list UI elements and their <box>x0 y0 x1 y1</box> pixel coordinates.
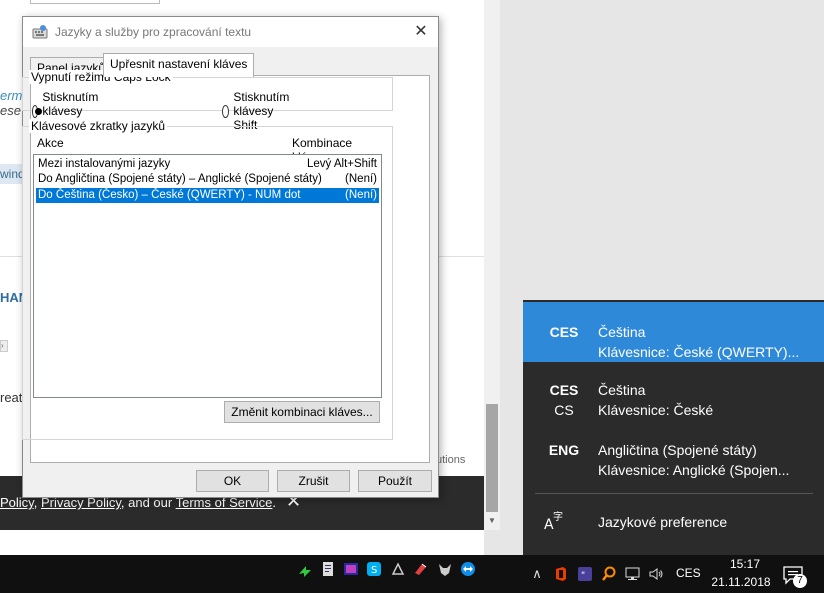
tray-clock-date[interactable]: 21.11.2018 <box>706 575 776 589</box>
dialog-titlebar[interactable]: Jazyky a služby pro zpracování textu ✕ <box>23 17 438 47</box>
app-tray-icon[interactable]: " <box>577 566 593 582</box>
language-item-czech[interactable]: CES CS Čeština Klávesnice: České <box>523 368 824 428</box>
keyboard-icon <box>32 25 48 39</box>
language-name: Čeština <box>598 382 646 398</box>
language-name: Čeština <box>598 324 646 340</box>
list-item-combo: (Není) <box>345 189 377 201</box>
language-flyout: CES Čeština Klávesnice: České (QWERTY)..… <box>523 300 824 555</box>
ok-button[interactable]: OK <box>196 470 269 492</box>
close-icon[interactable]: ✕ <box>411 22 431 42</box>
list-item[interactable]: Mezi instalovanými jazyky Levý Alt+Shift <box>36 157 379 172</box>
background-tag-chip[interactable]: wind <box>0 164 22 184</box>
volume-icon[interactable] <box>648 566 664 582</box>
show-hidden-icons-chevron-up-icon[interactable]: ∧ <box>529 566 545 582</box>
media-app-icon[interactable] <box>343 561 359 577</box>
hotkeys-list[interactable]: Mezi instalovanými jazyky Levý Alt+Shift… <box>33 154 382 398</box>
language-keyboard: Klávesnice: Anglické (Spojen... <box>598 462 790 478</box>
language-keyboard: Klávesnice: České (QWERTY)... <box>598 344 800 360</box>
dialog-title: Jazyky a služby pro zpracování textu <box>55 25 252 39</box>
apply-button[interactable]: Použít <box>358 470 432 492</box>
skype-icon[interactable]: S <box>366 561 382 577</box>
svg-text:S: S <box>371 565 377 576</box>
background-chevron-icon[interactable]: › <box>0 340 8 352</box>
office-icon[interactable] <box>553 566 569 582</box>
language-item-english[interactable]: ENG Angličtina (Spojené státy) Klávesnic… <box>523 428 824 488</box>
paint-app-icon[interactable] <box>413 561 429 577</box>
list-item-action: Do Čeština (Česko) – České (QWERTY) - NU… <box>38 189 301 201</box>
radio-button-checked[interactable] <box>32 104 43 118</box>
list-item-combo: (Není) <box>345 173 377 185</box>
svg-text:字: 字 <box>553 510 563 523</box>
radio-button-unchecked[interactable] <box>222 104 230 118</box>
language-preferences-label: Jazykové preference <box>598 514 728 530</box>
tray-clock-time[interactable]: 15:17 <box>720 557 770 571</box>
cancel-button[interactable]: Zrušit <box>277 470 350 492</box>
tray-input-language[interactable]: CES <box>676 566 701 580</box>
language-code: CES <box>549 382 579 398</box>
document-app-icon[interactable] <box>320 561 336 577</box>
fox-app-icon[interactable] <box>437 561 453 577</box>
list-item[interactable]: Do Angličtina (Spojené státy) – Anglické… <box>36 172 379 187</box>
scroll-down-arrow-icon[interactable]: ▼ <box>486 515 498 527</box>
list-item-action: Do Angličtina (Spojené státy) – Anglické… <box>38 173 322 185</box>
flyout-divider <box>535 493 813 494</box>
hotkeys-group-label: Klávesové zkratky jazyků <box>29 119 168 133</box>
language-code: ENG <box>548 442 580 458</box>
notification-count-badge: 7 <box>793 574 807 588</box>
column-header-action: Akce <box>37 136 64 150</box>
network-icon[interactable] <box>625 566 641 582</box>
language-name: Angličtina (Spojené státy) <box>598 442 757 458</box>
language-keyboard: Klávesnice: České <box>598 402 714 418</box>
language-code: CES <box>549 324 579 340</box>
list-item-selected[interactable]: Do Čeština (Česko) – České (QWERTY) - NU… <box>36 188 379 203</box>
background-text-fragment: utions <box>436 454 466 466</box>
tab-advanced-key-settings[interactable]: Upřesnit nastavení kláves <box>103 53 255 77</box>
language-settings-icon: A 字 <box>544 510 563 532</box>
tool-app-icon[interactable] <box>390 561 406 577</box>
list-item-action: Mezi instalovanými jazyky <box>38 158 171 170</box>
arrows-app-icon[interactable] <box>297 562 313 578</box>
language-subcode: CS <box>554 402 574 418</box>
page-scrollbar-thumb[interactable] <box>486 404 498 512</box>
language-item-czech-qwerty[interactable]: CES Čeština Klávesnice: České (QWERTY)..… <box>523 302 824 362</box>
change-key-sequence-button[interactable]: Změnit kombinaci kláves... <box>224 401 380 423</box>
teamviewer-icon[interactable] <box>460 561 476 577</box>
svg-text:": " <box>581 571 585 581</box>
list-item-combo: Levý Alt+Shift <box>307 158 377 170</box>
background-input-box <box>30 0 160 4</box>
search-icon[interactable] <box>601 566 617 582</box>
background-text-fragment: reat <box>0 390 23 405</box>
